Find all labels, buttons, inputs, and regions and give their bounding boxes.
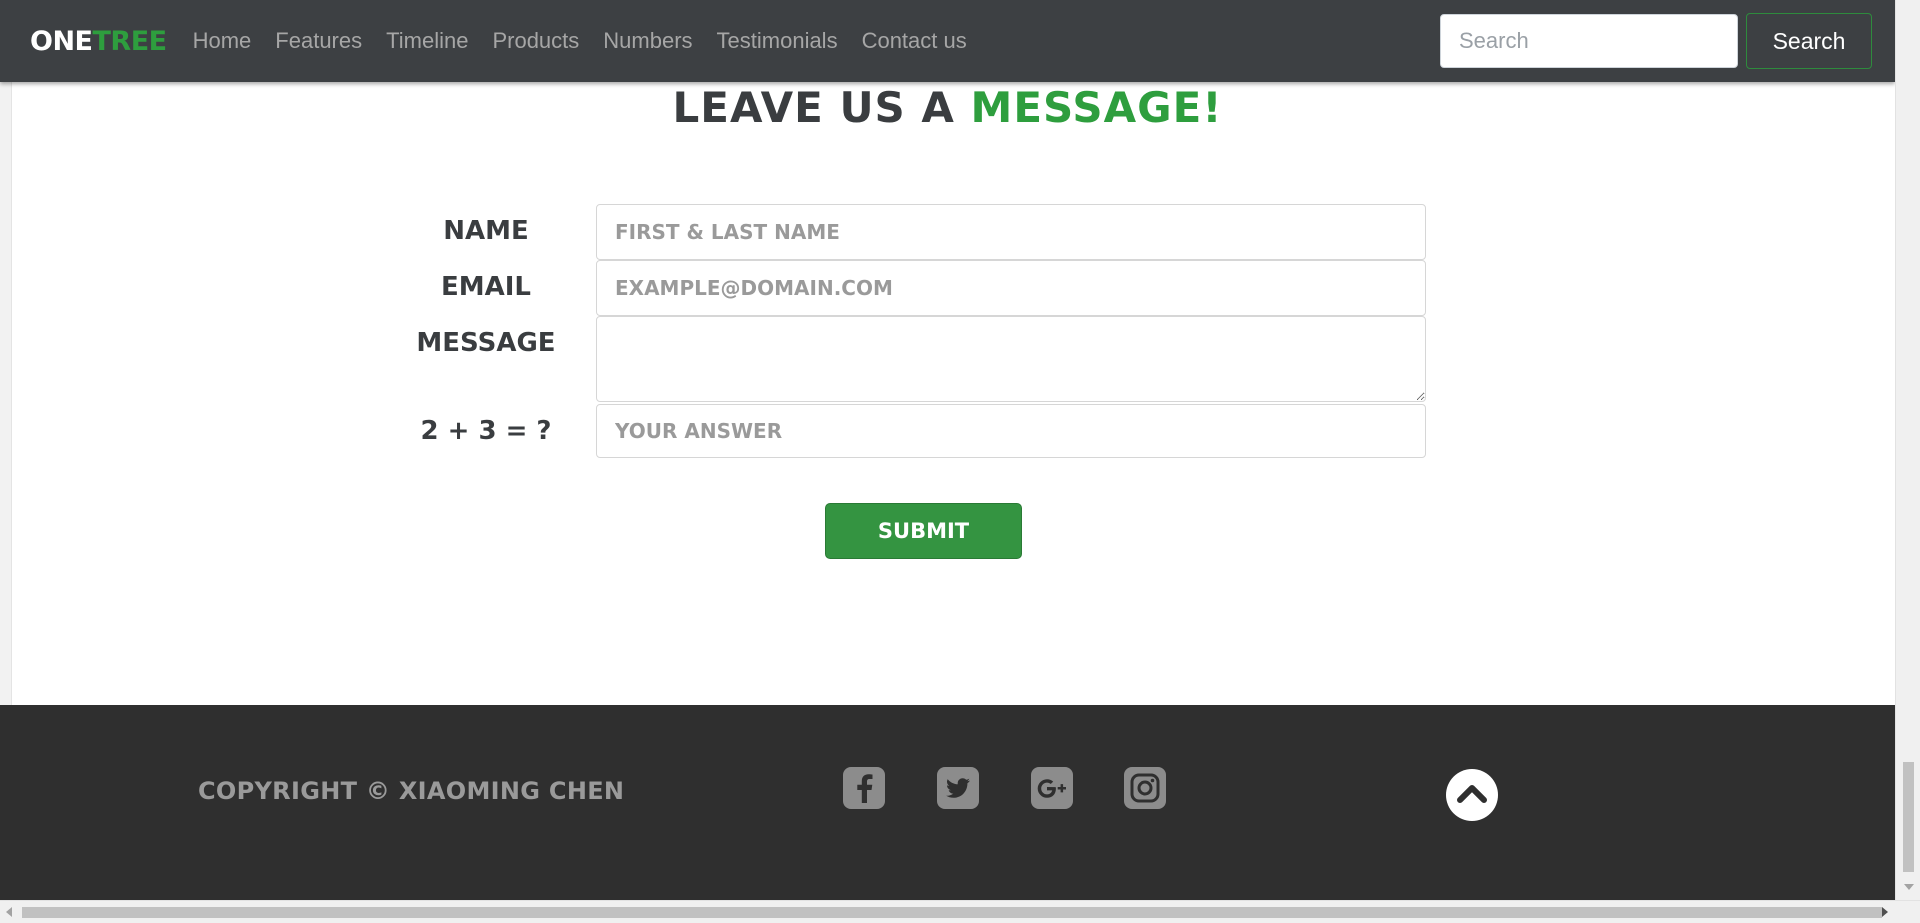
contact-heading: LEAVE US A MESSAGE! (0, 82, 1895, 134)
nav-link-timeline[interactable]: Timeline (374, 28, 480, 54)
scroll-down-arrow-icon[interactable] (1904, 884, 1914, 890)
horizontal-scrollbar[interactable] (0, 900, 1920, 923)
email-field[interactable] (596, 260, 1426, 316)
twitter-icon[interactable] (937, 767, 979, 809)
vertical-scrollbar-thumb[interactable] (1903, 762, 1914, 872)
brand-logo-part-one: ONE (30, 25, 93, 57)
scroll-right-arrow-icon[interactable] (1882, 907, 1888, 917)
contact-heading-part2: MESSAGE! (970, 83, 1223, 132)
nav-links: Home Features Timeline Products Numbers … (181, 28, 979, 54)
chevron-up-icon (1457, 782, 1487, 809)
submit-button[interactable]: SUBMIT (825, 503, 1022, 559)
brand-logo-part-tree: TREE (92, 25, 168, 57)
nav-link-numbers[interactable]: Numbers (591, 28, 704, 54)
message-label: MESSAGE (416, 328, 556, 358)
nav-link-testimonials[interactable]: Testimonials (705, 28, 850, 54)
vertical-scrollbar[interactable] (1895, 0, 1920, 900)
nav-link-home[interactable]: Home (181, 28, 264, 54)
footer: COPYRIGHT © XIAOMING CHEN (0, 705, 1895, 900)
back-to-top-button[interactable] (1446, 769, 1498, 821)
copyright-text: COPYRIGHT © XIAOMING CHEN (198, 777, 625, 805)
message-textarea[interactable] (596, 316, 1426, 402)
page: ONETREE Home Features Timeline Products … (0, 0, 1895, 900)
google-plus-icon[interactable] (1031, 767, 1073, 809)
nav-link-products[interactable]: Products (480, 28, 591, 54)
horizontal-scrollbar-thumb[interactable] (22, 907, 1882, 918)
captcha-field[interactable] (596, 404, 1426, 458)
facebook-icon[interactable] (843, 767, 885, 809)
nav-link-features[interactable]: Features (263, 28, 374, 54)
search-button[interactable]: Search (1746, 13, 1872, 69)
name-label: NAME (443, 216, 529, 246)
scroll-left-arrow-icon[interactable] (6, 907, 12, 917)
email-label: EMAIL (441, 272, 531, 302)
contact-heading-part1: LEAVE US A (672, 83, 971, 132)
brand-logo[interactable]: ONETREE (30, 26, 167, 57)
nav-link-contact[interactable]: Contact us (850, 28, 979, 54)
search-input[interactable] (1440, 14, 1738, 68)
instagram-icon[interactable] (1124, 767, 1166, 809)
captcha-label: 2 + 3 = ? (420, 416, 552, 446)
navbar: ONETREE Home Features Timeline Products … (0, 0, 1895, 82)
name-field[interactable] (596, 204, 1426, 260)
